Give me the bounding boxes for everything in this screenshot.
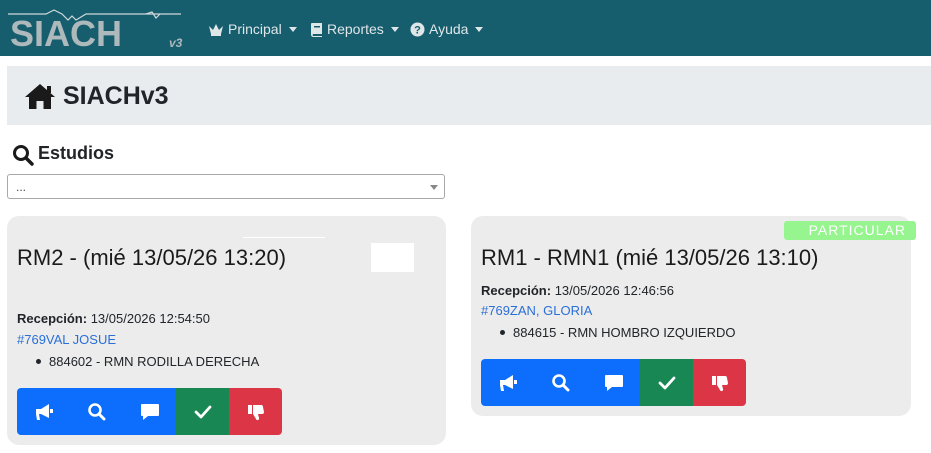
- reject-button[interactable]: [693, 359, 746, 406]
- comment-button[interactable]: [123, 388, 176, 435]
- comment-button[interactable]: [587, 359, 640, 406]
- confirm-button[interactable]: [176, 388, 229, 435]
- card-title: RM2 - (mié 13/05/26 13:20): [17, 245, 287, 270]
- card-title: RM1 - RMN1 (mié 13/05/26 13:10): [481, 245, 819, 270]
- search-icon: [552, 374, 570, 392]
- view-button[interactable]: [70, 388, 123, 435]
- svg-text:?: ?: [414, 24, 421, 36]
- study-select[interactable]: ...: [7, 174, 445, 199]
- announce-button[interactable]: [17, 388, 70, 435]
- search-icon: [13, 145, 34, 166]
- study-item: 884615 - RMN HOMBRO IZQUIERDO: [500, 325, 736, 340]
- reception-value: 13/05/2026 12:46:56: [554, 283, 674, 298]
- comment-icon: [604, 374, 623, 391]
- nav-ayuda[interactable]: ? Ayuda: [410, 19, 484, 39]
- reception-label: Recepción:: [481, 283, 552, 298]
- nav-principal[interactable]: Principal: [208, 19, 297, 39]
- chevron-down-icon: [430, 185, 438, 190]
- search-icon: [88, 403, 106, 421]
- divider: [243, 237, 325, 238]
- siach-logo[interactable]: SIACH v3: [6, 8, 186, 50]
- page-header: SIACHv3: [7, 66, 931, 125]
- logo-text: SIACH: [10, 13, 122, 50]
- section-title: Estudios: [38, 143, 115, 163]
- comment-icon: [140, 403, 159, 420]
- patient-link[interactable]: #769ZAN, GLORIA: [481, 303, 592, 318]
- thumbs-down-icon: [247, 404, 264, 420]
- reception-info: Recepción: 13/05/2026 12:54:50: [17, 311, 210, 326]
- navbar: SIACH v3 Principal Reportes ? Ayuda: [0, 0, 931, 56]
- nav-ayuda-label: Ayuda: [429, 21, 469, 37]
- thumbs-down-icon: [711, 375, 728, 391]
- page-title: SIACHv3: [63, 82, 169, 110]
- view-button[interactable]: [534, 359, 587, 406]
- study-card: RM2 - (mié 13/05/26 13:20) Recepción: 13…: [7, 216, 446, 445]
- announce-button[interactable]: [481, 359, 534, 406]
- reject-button[interactable]: [229, 388, 282, 435]
- home-icon: [25, 84, 55, 109]
- nav-principal-label: Principal: [228, 21, 282, 37]
- reception-info: Recepción: 13/05/2026 12:46:56: [481, 283, 674, 298]
- chevron-down-icon: [288, 26, 297, 32]
- check-icon: [658, 376, 675, 389]
- crown-icon: [209, 23, 223, 36]
- bullhorn-icon: [35, 403, 53, 420]
- nav-reportes[interactable]: Reportes: [310, 19, 399, 39]
- reception-value: 13/05/2026 12:54:50: [90, 311, 210, 326]
- confirm-button[interactable]: [640, 359, 693, 406]
- reception-label: Recepción:: [17, 311, 88, 326]
- action-buttons: [17, 388, 282, 435]
- study-item: 884602 - RMN RODILLA DERECHA: [35, 354, 260, 369]
- bullhorn-icon: [499, 374, 517, 391]
- book-icon: [310, 22, 322, 37]
- placeholder-box: [371, 243, 414, 272]
- study-card: PARTICULAR RM1 - RMN1 (mié 13/05/26 13:1…: [471, 216, 916, 416]
- question-circle-icon: ?: [410, 22, 425, 36]
- logo-version: v3: [169, 36, 183, 50]
- chevron-down-icon: [390, 26, 399, 32]
- nav-reportes-label: Reportes: [327, 21, 384, 37]
- chevron-down-icon: [475, 26, 484, 32]
- status-badge: PARTICULAR: [784, 221, 916, 240]
- patient-link[interactable]: #769VAL JOSUE: [17, 332, 116, 347]
- action-buttons: [481, 359, 746, 406]
- study-select-value: ...: [16, 180, 27, 194]
- check-icon: [194, 405, 211, 418]
